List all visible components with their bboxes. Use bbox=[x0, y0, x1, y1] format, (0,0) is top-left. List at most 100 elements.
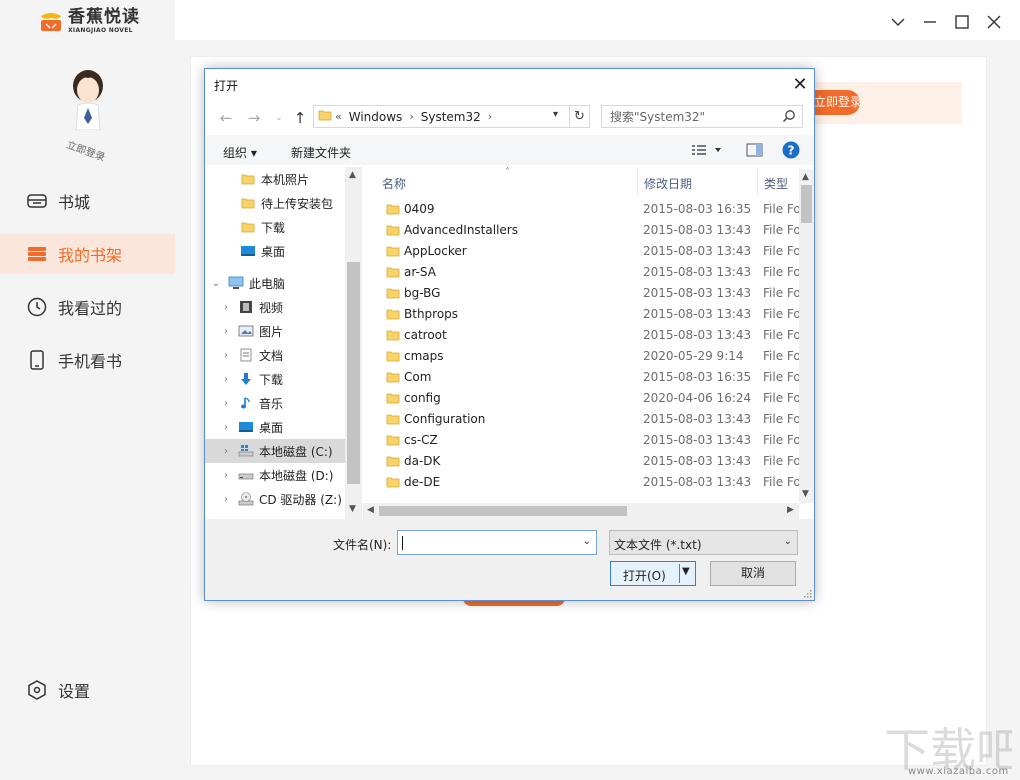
tree-item-documents[interactable]: › 文档 bbox=[205, 343, 345, 367]
file-name: AppLocker bbox=[404, 244, 467, 258]
file-row[interactable]: Com 2015-08-03 16:35 File Fo bbox=[363, 367, 799, 388]
recent-dropdown-icon[interactable]: ⌄ bbox=[270, 109, 288, 127]
tree-item-music[interactable]: › 音乐 bbox=[205, 391, 345, 415]
collapsed-chevron-icon[interactable]: › bbox=[219, 350, 233, 361]
column-name[interactable]: 名称 bbox=[382, 175, 406, 192]
maximize-icon[interactable] bbox=[952, 12, 972, 32]
file-type-select[interactable]: 文本文件 (*.txt) ⌄ bbox=[609, 530, 798, 555]
open-button[interactable]: 打开(O) ▼ bbox=[610, 561, 696, 586]
collapsed-chevron-icon[interactable]: › bbox=[219, 494, 233, 505]
address-segment-system32[interactable]: System32 bbox=[417, 110, 485, 124]
refresh-icon[interactable]: ↻ bbox=[569, 106, 589, 127]
file-list-hscrollbar[interactable]: ◀ ▶ bbox=[363, 503, 799, 519]
organize-button[interactable]: 组织 ▾ bbox=[223, 144, 257, 161]
tree-item-label: 本地磁盘 (D:) bbox=[259, 468, 334, 483]
file-row[interactable]: cs-CZ 2015-08-03 13:43 File Fo bbox=[363, 430, 799, 451]
tree-item-drive-c[interactable]: › 本地磁盘 (C:) bbox=[205, 439, 345, 463]
file-row[interactable]: AppLocker 2015-08-03 13:43 File Fo bbox=[363, 241, 799, 262]
chevron-down-icon[interactable]: ⌄ bbox=[784, 536, 792, 547]
banner-login-button[interactable]: 立即登录 bbox=[812, 90, 860, 115]
minimize-chevron-icon[interactable] bbox=[888, 12, 908, 32]
file-list-hscroll-thumb[interactable] bbox=[379, 506, 627, 516]
file-row[interactable]: AdvancedInstallers 2015-08-03 13:43 File F… bbox=[363, 220, 799, 241]
nav-settings[interactable]: 设置 bbox=[0, 670, 175, 710]
scroll-left-icon[interactable]: ◀ bbox=[367, 505, 374, 515]
tree-item-photos[interactable]: 本机照片 bbox=[205, 167, 345, 191]
navigation-tree[interactable]: 本机照片 待上传安装包 下载 桌面 ⌄ 此电脑 › 视频 › 图片 › 文档 ›… bbox=[205, 167, 363, 519]
nav-bookshelf-label: 我的书架 bbox=[58, 246, 123, 265]
file-row[interactable]: 0409 2015-08-03 16:35 File Fo bbox=[363, 199, 799, 220]
minimize-icon[interactable] bbox=[920, 12, 940, 32]
new-folder-button[interactable]: 新建文件夹 bbox=[291, 144, 351, 161]
tree-scrollbar[interactable]: ▲ ▼ bbox=[345, 167, 362, 519]
chevron-down-icon[interactable]: ⌄ bbox=[583, 536, 591, 547]
collapsed-chevron-icon[interactable]: › bbox=[219, 326, 233, 337]
collapsed-chevron-icon[interactable]: › bbox=[219, 446, 233, 457]
back-arrow-icon[interactable]: ← bbox=[217, 109, 235, 127]
close-icon[interactable] bbox=[984, 12, 1004, 32]
help-icon[interactable]: ? bbox=[782, 141, 800, 159]
preview-pane-icon[interactable] bbox=[746, 142, 764, 158]
tree-item-videos[interactable]: › 视频 bbox=[205, 295, 345, 319]
file-row[interactable]: catroot 2015-08-03 13:43 File Fo bbox=[363, 325, 799, 346]
dialog-close-icon[interactable]: ✕ bbox=[787, 71, 813, 97]
file-row[interactable]: Configuration 2015-08-03 13:43 File Fo bbox=[363, 409, 799, 430]
nav-bookshelf[interactable]: 我的书架 bbox=[0, 234, 175, 274]
address-prefix[interactable]: « bbox=[332, 110, 345, 123]
collapsed-chevron-icon[interactable]: › bbox=[219, 422, 233, 433]
tree-item-drive-d[interactable]: › 本地磁盘 (D:) bbox=[205, 463, 345, 487]
collapsed-chevron-icon[interactable]: › bbox=[219, 398, 233, 409]
collapsed-chevron-icon[interactable]: › bbox=[219, 470, 233, 481]
file-row[interactable]: da-DK 2015-08-03 13:43 File Fo bbox=[363, 451, 799, 472]
expanded-chevron-icon[interactable]: ⌄ bbox=[209, 278, 223, 289]
tree-item-upload-packages[interactable]: 待上传安装包 bbox=[205, 191, 345, 215]
address-dropdown-icon[interactable]: ▾ bbox=[553, 109, 569, 120]
file-row[interactable]: bg-BG 2015-08-03 13:43 File Fo bbox=[363, 283, 799, 304]
scroll-down-icon[interactable]: ▼ bbox=[349, 504, 356, 514]
scroll-up-icon[interactable]: ▲ bbox=[802, 172, 809, 182]
avatar[interactable] bbox=[69, 68, 107, 130]
sort-ascending-icon: ˄ bbox=[505, 167, 510, 178]
address-bar[interactable]: « Windows › System32 › ▾ ↻ bbox=[313, 105, 590, 128]
tree-scroll-thumb[interactable] bbox=[347, 262, 360, 484]
nav-history[interactable]: 我看过的 bbox=[0, 287, 175, 327]
collapsed-chevron-icon[interactable]: › bbox=[219, 302, 233, 313]
login-link[interactable]: 立即登录 bbox=[65, 136, 108, 164]
scroll-up-icon[interactable]: ▲ bbox=[349, 170, 356, 180]
forward-arrow-icon[interactable]: → bbox=[245, 109, 263, 127]
tree-item-desktop-quick[interactable]: 桌面 bbox=[205, 239, 345, 263]
tree-item-downloads-folder[interactable]: 下载 bbox=[205, 215, 345, 239]
open-split-dropdown-icon[interactable]: ▼ bbox=[679, 564, 694, 583]
tree-item-this-pc[interactable]: ⌄ 此电脑 bbox=[205, 271, 345, 295]
up-arrow-icon[interactable]: ↑ bbox=[291, 109, 309, 127]
file-row[interactable]: ar-SA 2015-08-03 13:43 File Fo bbox=[363, 262, 799, 283]
file-row[interactable]: config 2020-04-06 16:24 File Fo bbox=[363, 388, 799, 409]
address-separator-icon[interactable]: › bbox=[485, 110, 495, 123]
nav-bookstore[interactable]: 书城 bbox=[0, 181, 175, 221]
file-row[interactable]: cmaps 2020-05-29 9:14 File Fo bbox=[363, 346, 799, 367]
column-modified[interactable]: 修改日期 bbox=[644, 175, 692, 192]
column-type[interactable]: 类型 bbox=[764, 175, 788, 192]
resize-grip-icon[interactable] bbox=[803, 589, 812, 598]
nav-mobile-reading[interactable]: 手机看书 bbox=[0, 340, 175, 380]
file-row[interactable]: Bthprops 2015-08-03 13:43 File Fo bbox=[363, 304, 799, 325]
tree-item-desktop[interactable]: › 桌面 bbox=[205, 415, 345, 439]
search-input[interactable]: 搜索"System32" bbox=[601, 105, 803, 128]
scroll-down-icon[interactable]: ▼ bbox=[802, 489, 809, 499]
file-row[interactable]: de-DE 2015-08-03 13:43 File Fo bbox=[363, 472, 799, 493]
file-list-vscrollbar[interactable]: ▲ ▼ bbox=[799, 169, 814, 503]
app-logo[interactable]: 香蕉悦读 XIANGJIAO NOVEL bbox=[38, 8, 140, 34]
cancel-button[interactable]: 取消 bbox=[710, 561, 796, 586]
folder-icon bbox=[240, 195, 256, 211]
file-name: ar-SA bbox=[404, 265, 436, 279]
scroll-right-icon[interactable]: ▶ bbox=[787, 505, 794, 515]
tree-item-downloads[interactable]: › 下载 bbox=[205, 367, 345, 391]
search-icon[interactable] bbox=[782, 109, 796, 123]
view-options-icon[interactable] bbox=[691, 142, 725, 158]
tree-item-cd-drive[interactable]: › CD 驱动器 (Z:) bbox=[205, 487, 345, 511]
filename-input[interactable]: ⌄ bbox=[397, 530, 597, 555]
collapsed-chevron-icon[interactable]: › bbox=[219, 374, 233, 385]
file-list-scroll-thumb[interactable] bbox=[801, 185, 812, 223]
address-segment-windows[interactable]: Windows bbox=[345, 110, 407, 124]
tree-item-pictures[interactable]: › 图片 bbox=[205, 319, 345, 343]
